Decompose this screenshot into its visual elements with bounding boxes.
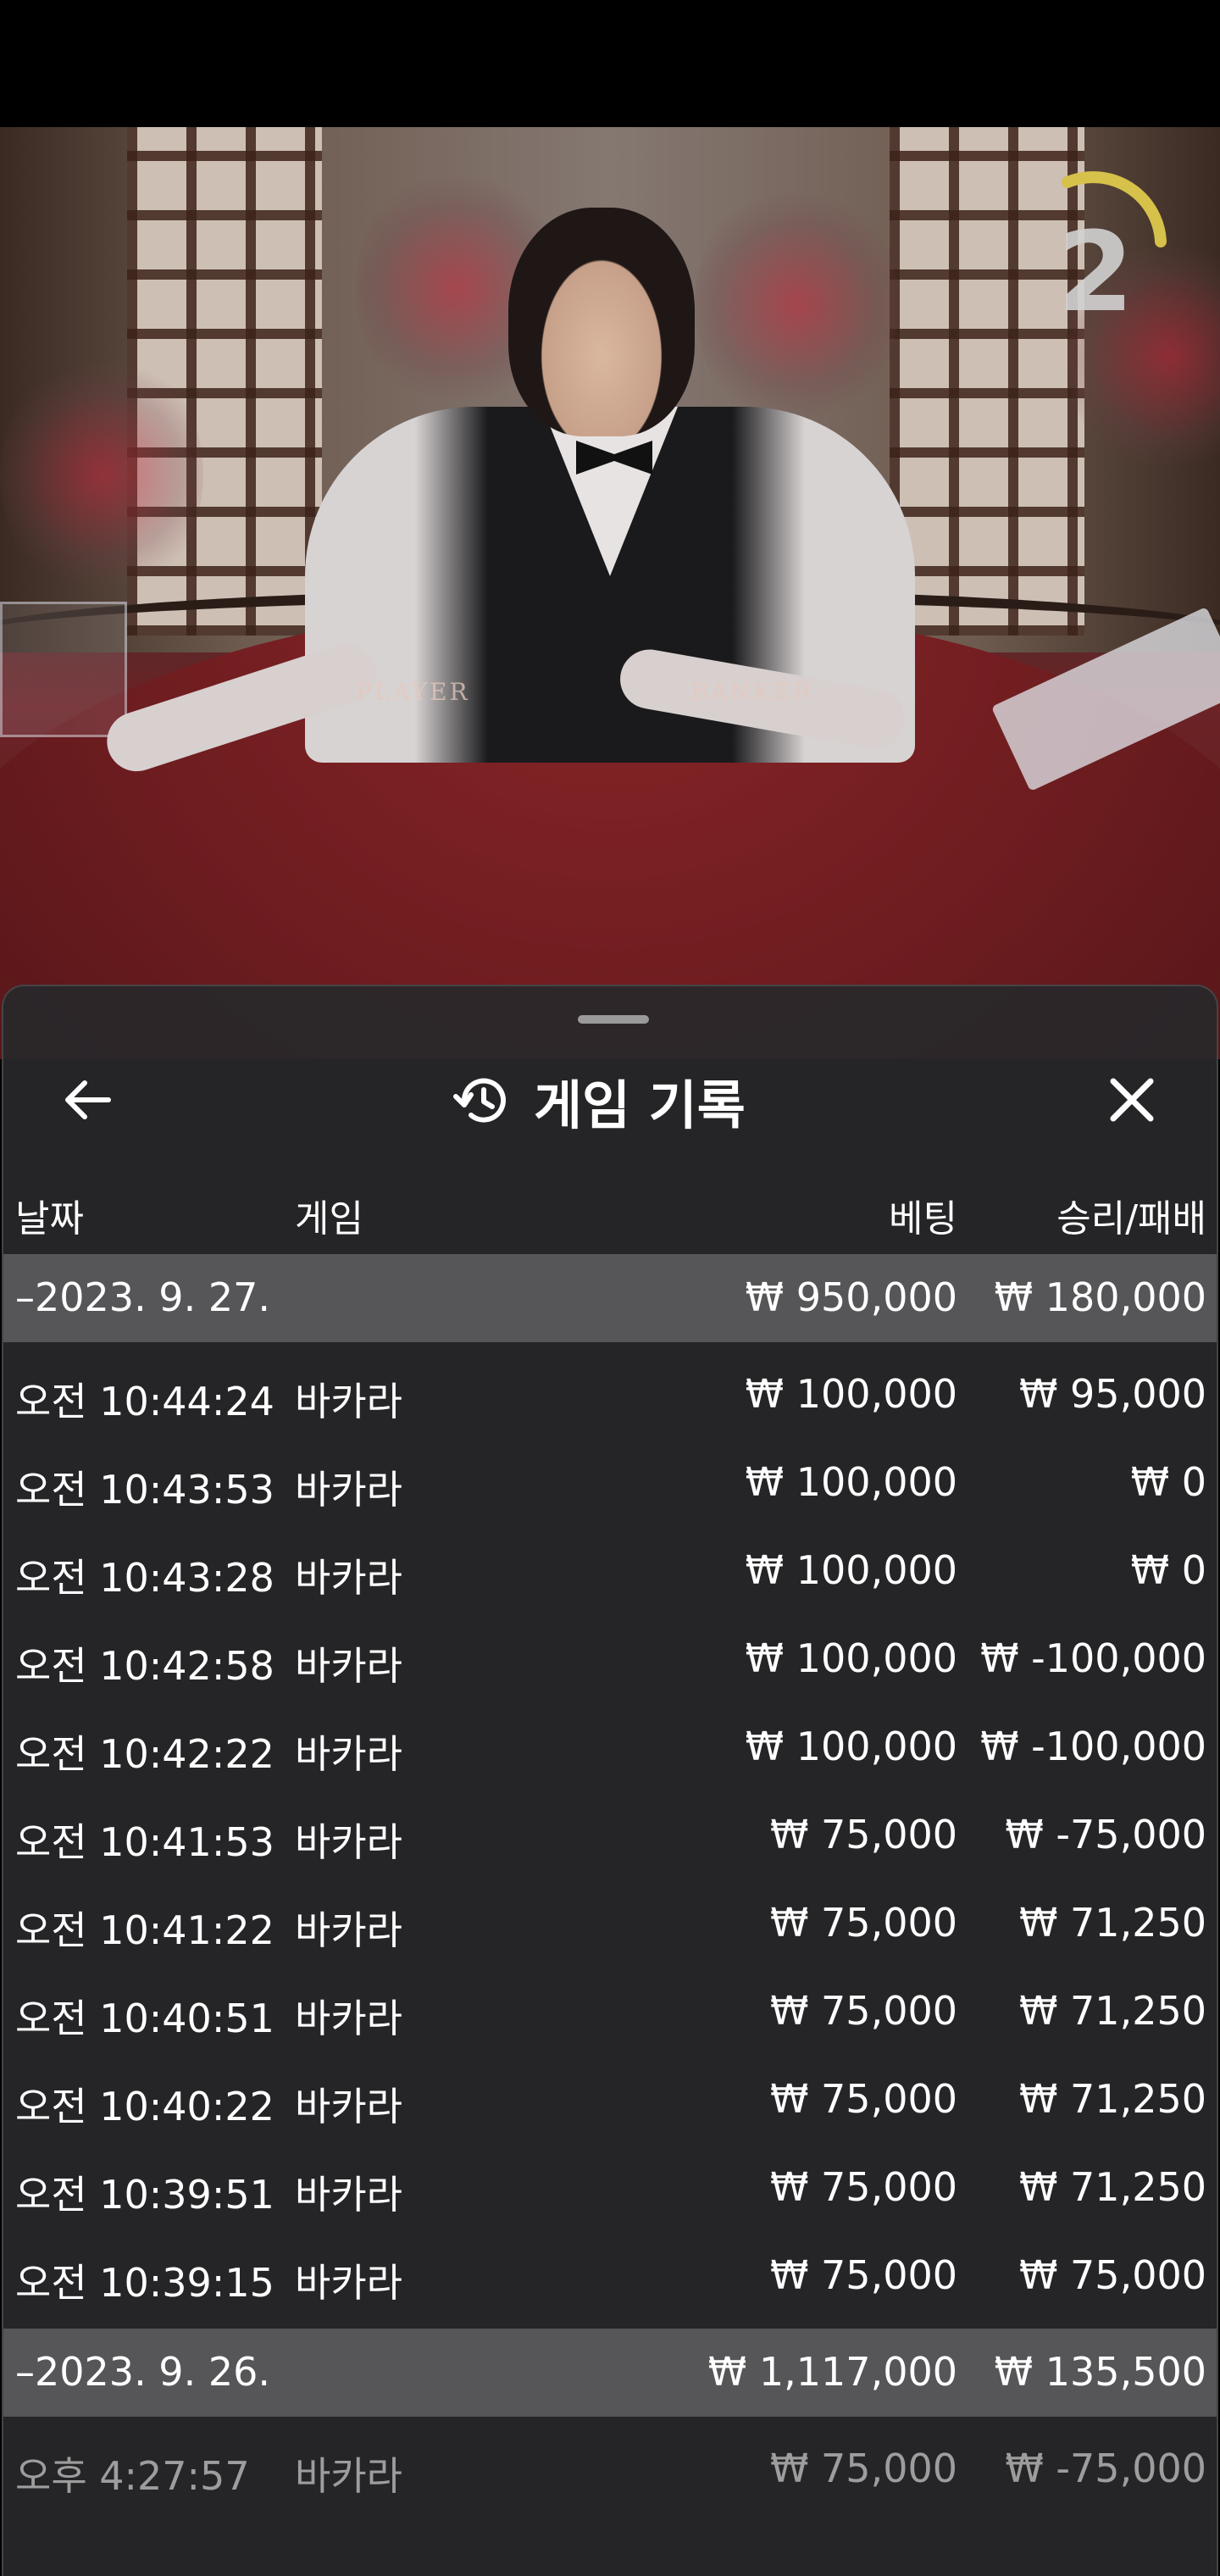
row-game: 바카라 [295, 1907, 402, 1953]
group-total-bet: ₩ 950,000 [745, 1274, 957, 1320]
row-game: 바카라 [295, 1819, 402, 1865]
date-group-row[interactable]: –2023. 9. 26. ₩ 1,117,000 ₩ 135,500 [3, 2329, 1217, 2417]
group-date: –2023. 9. 27. [15, 1274, 270, 1320]
row-bet: ₩ 75,000 [769, 2252, 957, 2298]
row-time: 오전 10:41:22 [15, 1907, 274, 1953]
table-row[interactable]: 오전 10:43:28 바카라 ₩ 100,000 ₩ 0 [3, 1527, 1217, 1615]
close-button[interactable] [1098, 1066, 1166, 1134]
column-game: 게임 [295, 1197, 363, 1241]
table-column-header: 날짜 게임 베팅 승리/패배 [3, 1171, 1217, 1256]
sheet-title: 게임 기록 [452, 1063, 746, 1139]
row-winloss: ₩ 71,250 [1018, 1988, 1206, 2034]
row-winloss: ₩ -100,000 [980, 1635, 1206, 1681]
row-winloss: ₩ 71,250 [1018, 2076, 1206, 2122]
table-row[interactable]: 오전 10:39:51 바카라 ₩ 75,000 ₩ 71,250 [3, 2144, 1217, 2232]
row-game: 바카라 [295, 2172, 402, 2218]
table-row[interactable]: 오전 10:40:22 바카라 ₩ 75,000 ₩ 71,250 [3, 2056, 1217, 2144]
column-bet: 베팅 [889, 1197, 957, 1241]
page-title: 게임 기록 [534, 1074, 746, 1136]
row-winloss: ₩ -75,000 [1005, 1812, 1206, 1857]
table-row[interactable]: 오전 10:43:53 바카라 ₩ 100,000 ₩ 0 [3, 1439, 1217, 1527]
table-row[interactable]: 오전 10:44:24 바카라 ₩ 100,000 ₩ 95,000 [3, 1351, 1217, 1439]
game-history-sheet: 게임 기록 날짜 게임 베팅 승리/패배 –2023. 9. 27. ₩ 950… [2, 985, 1218, 2576]
table-label-banker: BANKER [690, 678, 814, 706]
blossom-decoration [695, 178, 898, 432]
table-label-player: PLAYER [356, 678, 470, 706]
table-row[interactable]: 오전 10:42:22 바카라 ₩ 100,000 ₩ -100,000 [3, 1703, 1217, 1791]
table-row[interactable]: 오전 10:40:51 바카라 ₩ 75,000 ₩ 71,250 [3, 1968, 1217, 2056]
row-time: 오전 10:39:15 [15, 2260, 274, 2306]
row-time: 오전 10:43:28 [15, 1555, 274, 1601]
row-bet: ₩ 100,000 [745, 1547, 957, 1593]
row-winloss: ₩ -75,000 [1005, 2446, 1206, 2491]
row-time: 오전 10:40:22 [15, 2084, 274, 2129]
row-winloss: ₩ 71,250 [1018, 1900, 1206, 1946]
table-row[interactable]: 오전 10:42:58 바카라 ₩ 100,000 ₩ -100,000 [3, 1615, 1217, 1703]
back-button[interactable] [54, 1066, 122, 1134]
row-winloss: ₩ 0 [1130, 1547, 1206, 1593]
row-game: 바카라 [295, 1996, 402, 2041]
row-time: 오전 10:43:53 [15, 1467, 274, 1513]
column-winloss: 승리/패배 [1056, 1197, 1206, 1241]
sheet-header: 게임 기록 [3, 1037, 1217, 1164]
row-game: 바카라 [295, 1379, 402, 1424]
row-game: 바카라 [295, 2453, 402, 2499]
table-row[interactable]: 오전 10:41:53 바카라 ₩ 75,000 ₩ -75,000 [3, 1791, 1217, 1879]
history-clock-icon [453, 1078, 506, 1123]
row-bet: ₩ 100,000 [745, 1635, 957, 1681]
row-time: 오전 10:44:24 [15, 1379, 274, 1424]
row-game: 바카라 [295, 2084, 402, 2129]
row-game: 바카라 [295, 1467, 402, 1513]
row-game: 바카라 [295, 1555, 402, 1601]
group-total-winloss: ₩ 135,500 [994, 2349, 1206, 2395]
table-row[interactable]: 오전 10:41:22 바카라 ₩ 75,000 ₩ 71,250 [3, 1879, 1217, 1968]
row-bet: ₩ 75,000 [769, 2164, 957, 2210]
group-total-winloss: ₩ 180,000 [994, 1274, 1206, 1320]
close-x-icon [1110, 1078, 1154, 1122]
blossom-decoration [0, 347, 203, 602]
row-time: 오전 10:42:22 [15, 1731, 274, 1777]
row-bet: ₩ 75,000 [769, 1812, 957, 1857]
date-group-row[interactable]: –2023. 9. 27. ₩ 950,000 ₩ 180,000 [3, 1254, 1217, 1342]
group-date: –2023. 9. 26. [15, 2349, 270, 2395]
history-table: –2023. 9. 27. ₩ 950,000 ₩ 180,000 오전 10:… [3, 1254, 1217, 2513]
status-bar [0, 0, 1220, 127]
row-winloss: ₩ 75,000 [1018, 2252, 1206, 2298]
group-total-bet: ₩ 1,117,000 [707, 2349, 957, 2395]
row-bet: ₩ 75,000 [769, 2446, 957, 2491]
row-winloss: ₩ 0 [1130, 1459, 1206, 1505]
column-date: 날짜 [15, 1197, 84, 1241]
row-time: 오전 10:40:51 [15, 1996, 274, 2041]
arrow-left-icon [65, 1080, 111, 1119]
table-row[interactable]: 오전 10:39:15 바카라 ₩ 75,000 ₩ 75,000 [3, 2232, 1217, 2320]
row-bet: ₩ 75,000 [769, 2076, 957, 2122]
row-game: 바카라 [295, 1643, 402, 1689]
row-time: 오전 10:42:58 [15, 1643, 274, 1689]
row-bet: ₩ 75,000 [769, 1988, 957, 2034]
row-game: 바카라 [295, 1731, 402, 1777]
row-bet: ₩ 75,000 [769, 1900, 957, 1946]
row-time: 오전 10:41:53 [15, 1819, 274, 1865]
row-winloss: ₩ 71,250 [1018, 2164, 1206, 2210]
row-time: 오전 10:39:51 [15, 2172, 274, 2218]
row-game: 바카라 [295, 2260, 402, 2306]
row-bet: ₩ 100,000 [745, 1724, 957, 1769]
countdown-number: 2 [1056, 208, 1134, 336]
row-time: 오후 4:27:57 [15, 2453, 250, 2499]
drag-handle[interactable] [578, 1015, 649, 1024]
discard-tray [0, 602, 127, 737]
row-winloss: ₩ 95,000 [1018, 1371, 1206, 1417]
row-winloss: ₩ -100,000 [980, 1724, 1206, 1769]
dealer-video: PLAYER BANKER 2 [0, 127, 1220, 1059]
table-row[interactable]: 오후 4:27:57 바카라 ₩ 75,000 ₩ -75,000 [3, 2425, 1217, 2513]
row-bet: ₩ 100,000 [745, 1371, 957, 1417]
dealer-head [508, 208, 695, 436]
row-bet: ₩ 100,000 [745, 1459, 957, 1505]
